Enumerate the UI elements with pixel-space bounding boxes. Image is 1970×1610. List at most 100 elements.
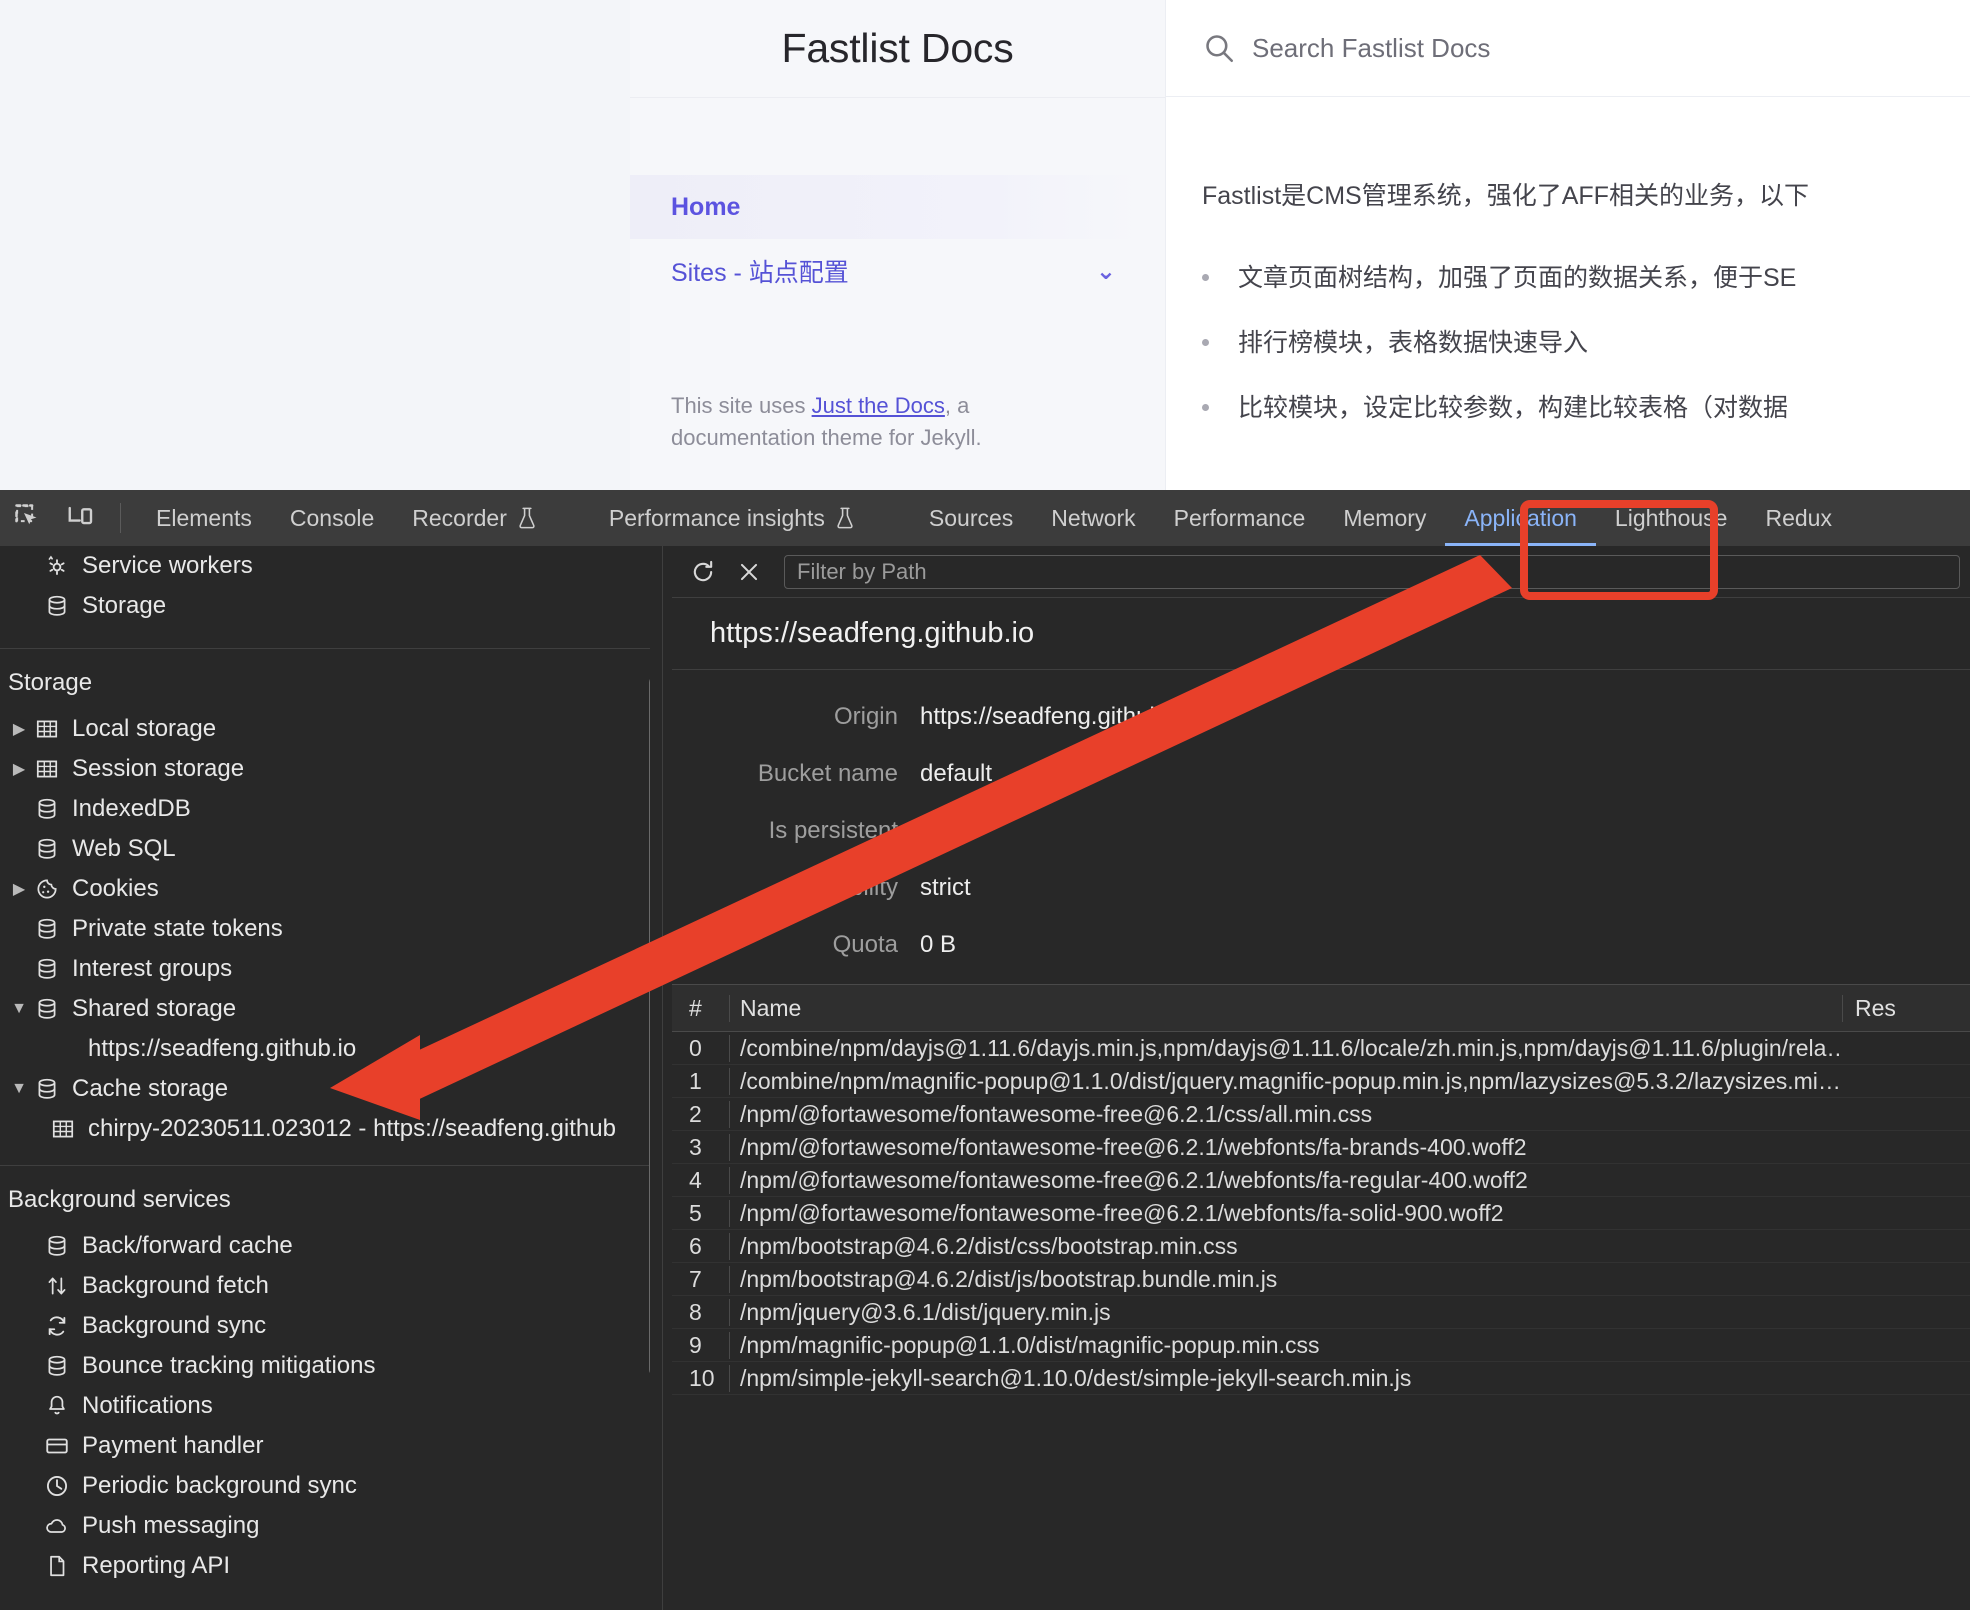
tab-application[interactable]: Application <box>1445 490 1596 546</box>
device-toolbar-icon[interactable] <box>58 495 104 541</box>
sidebar-item-push-messaging[interactable]: Push messaging <box>0 1506 650 1546</box>
list-item: 排行榜模块，表格数据快速导入 <box>1166 323 1970 359</box>
sidebar-item-session-storage[interactable]: ▶ Session storage <box>0 749 650 789</box>
devtools-panel: Elements Console Recorder Performance in… <box>0 490 1970 1610</box>
table-row[interactable]: 8 /npm/jquery@3.6.1/dist/jquery.min.js <box>672 1296 1970 1329</box>
sidebar-item-cookies[interactable]: ▶ Cookies <box>0 869 650 909</box>
table-row[interactable]: 5 /npm/@fortawesome/fontawesome-free@6.2… <box>672 1197 1970 1230</box>
tab-performance[interactable]: Performance <box>1155 490 1325 546</box>
refresh-icon[interactable] <box>680 551 726 593</box>
tab-elements[interactable]: Elements <box>137 490 271 546</box>
filter-by-path-input[interactable]: Filter by Path <box>784 554 1960 589</box>
expand-triangle-icon[interactable]: ▶ <box>8 759 30 779</box>
table-row[interactable]: 10 /npm/simple-jekyll-search@1.10.0/dest… <box>672 1362 1970 1395</box>
devtools-tabbar: Elements Console Recorder Performance in… <box>0 490 1970 546</box>
table-row[interactable]: 1 /combine/npm/magnific-popup@1.1.0/dist… <box>672 1065 1970 1098</box>
sidebar-item-label: Payment handler <box>82 1432 264 1459</box>
sidebar-item-label: Reporting API <box>82 1552 231 1579</box>
tab-label: Memory <box>1343 504 1427 531</box>
sidebar-item-shared-storage[interactable]: ▼ Shared storage <box>0 989 650 1029</box>
database-icon <box>40 1233 74 1259</box>
sidebar-scrollbar[interactable] <box>649 676 650 1376</box>
sidebar-item-private-state-tokens[interactable]: Private state tokens <box>0 909 650 949</box>
column-header-name[interactable]: Name <box>729 994 1842 1022</box>
meta-row-durability: Durability strict <box>672 859 1970 916</box>
close-x-icon[interactable] <box>726 551 772 593</box>
nav-label-home: Home <box>671 192 741 221</box>
tab-network[interactable]: Network <box>1032 490 1154 546</box>
page-left-gutter <box>0 0 630 490</box>
list-item: 文章页面树结构，加强了页面的数据关系，便于SE <box>1166 258 1970 294</box>
sidebar-item-label: IndexedDB <box>72 795 191 822</box>
cell-name: /npm/@fortawesome/fontawesome-free@6.2.1… <box>729 1133 1842 1161</box>
tab-console[interactable]: Console <box>271 490 393 546</box>
inspect-element-icon[interactable] <box>6 495 52 541</box>
sidebar-item-service-workers[interactable]: Service workers <box>0 546 650 586</box>
sidebar-item-cache-storage[interactable]: ▼ Cache storage <box>0 1069 650 1109</box>
sidebar-item-cache-entry[interactable]: chirpy-20230511.023012 - https://seadfen… <box>0 1109 650 1149</box>
table-row[interactable]: 4 /npm/@fortawesome/fontawesome-free@6.2… <box>672 1164 1970 1197</box>
sidebar-item-label: Periodic background sync <box>82 1472 357 1499</box>
meta-value: No <box>920 816 951 844</box>
database-icon <box>30 1076 64 1102</box>
meta-key: Is persistent <box>768 816 898 844</box>
site-nav-list: Home Sites - 站点配置 ⌄ <box>630 98 1140 303</box>
table-row[interactable]: 3 /npm/@fortawesome/fontawesome-free@6.2… <box>672 1131 1970 1164</box>
sidebar-item-periodic-background-sync[interactable]: Periodic background sync <box>0 1466 650 1506</box>
table-row[interactable]: 7 /npm/bootstrap@4.6.2/dist/js/bootstrap… <box>672 1263 1970 1296</box>
sidebar-item-background-fetch[interactable]: Background fetch <box>0 1266 650 1306</box>
sidebar-item-indexeddb[interactable]: IndexedDB <box>0 789 650 829</box>
cell-name: /npm/@fortawesome/fontawesome-free@6.2.1… <box>729 1166 1842 1194</box>
sidebar-section-background-services: Background services Back/forward cache B <box>0 1166 650 1586</box>
table-row[interactable]: 6 /npm/bootstrap@4.6.2/dist/css/bootstra… <box>672 1230 1970 1263</box>
sidebar-item-label: Notifications <box>82 1392 213 1419</box>
cell-index: 3 <box>689 1133 702 1160</box>
sidebar-item-local-storage[interactable]: ▶ Local storage <box>0 709 650 749</box>
sidebar-item-bounce-tracking-mitigations[interactable]: Bounce tracking mitigations <box>0 1346 650 1386</box>
storage-detail-panel: Filter by Path https://seadfeng.github.i… <box>672 546 1970 1610</box>
table-row[interactable]: 0 /combine/npm/dayjs@1.11.6/dayjs.min.js… <box>672 1032 1970 1065</box>
table-row[interactable]: 2 /npm/@fortawesome/fontawesome-free@6.2… <box>672 1098 1970 1131</box>
collapse-triangle-icon[interactable]: ▼ <box>8 1080 30 1098</box>
sidebar-item-label: Bounce tracking mitigations <box>82 1352 376 1379</box>
cell-name: /combine/npm/dayjs@1.11.6/dayjs.min.js,n… <box>729 1034 1842 1062</box>
cell-index: 9 <box>689 1331 702 1358</box>
sidebar-item-label: Service workers <box>82 552 253 579</box>
database-icon <box>30 956 64 982</box>
tab-label: Redux <box>1765 504 1832 531</box>
column-header-response[interactable]: Res <box>1842 994 1970 1022</box>
collapse-triangle-icon[interactable]: ▼ <box>8 1000 30 1018</box>
sidebar-item-home[interactable]: Home <box>630 175 1140 239</box>
sidebar-item-storage-overview[interactable]: Storage <box>0 586 650 626</box>
tab-performance-insights[interactable]: Performance insights <box>590 490 874 546</box>
tab-redux[interactable]: Redux <box>1746 490 1850 546</box>
sidebar-item-background-sync[interactable]: Background sync <box>0 1306 650 1346</box>
sidebar-item-websql[interactable]: Web SQL <box>0 829 650 869</box>
tab-sources[interactable]: Sources <box>910 490 1032 546</box>
sidebar-item-label: chirpy-20230511.023012 - https://seadfen… <box>88 1115 616 1142</box>
sidebar-item-sites[interactable]: Sites - 站点配置 ⌄ <box>630 239 1140 303</box>
expand-triangle-icon[interactable]: ▶ <box>8 719 30 739</box>
sidebar-item-shared-storage-origin[interactable]: https://seadfeng.github.io <box>0 1029 650 1069</box>
just-the-docs-link[interactable]: Just the Docs <box>812 393 945 418</box>
sidebar-item-back-forward-cache[interactable]: Back/forward cache <box>0 1226 650 1266</box>
chevron-down-icon[interactable]: ⌄ <box>1096 257 1116 286</box>
sidebar-item-label: Private state tokens <box>72 915 283 942</box>
sidebar-item-notifications[interactable]: Notifications <box>0 1386 650 1426</box>
tab-recorder[interactable]: Recorder <box>393 490 556 546</box>
search-input[interactable]: Search Fastlist Docs <box>1166 0 1970 97</box>
tab-memory[interactable]: Memory <box>1324 490 1445 546</box>
tab-label: Performance <box>1173 504 1306 531</box>
table-row[interactable]: 9 /npm/magnific-popup@1.1.0/dist/magnifi… <box>672 1329 1970 1362</box>
sidebar-item-reporting-api[interactable]: Reporting API <box>0 1546 650 1586</box>
tab-label: Performance insights <box>608 504 825 531</box>
sidebar-item-interest-groups[interactable]: Interest groups <box>0 949 650 989</box>
sidebar-item-label: https://seadfeng.github.io <box>88 1035 357 1062</box>
tab-label: Application <box>1464 504 1577 531</box>
cache-entries-table: # Name Res 0 /combine/npm/dayjs@1.11.6/d… <box>672 984 1970 1395</box>
tab-label: Sources <box>928 504 1014 531</box>
expand-triangle-icon[interactable]: ▶ <box>8 879 30 899</box>
tab-lighthouse[interactable]: Lighthouse <box>1596 490 1747 546</box>
sidebar-item-payment-handler[interactable]: Payment handler <box>0 1426 650 1466</box>
column-header-index[interactable]: # <box>672 995 729 1022</box>
